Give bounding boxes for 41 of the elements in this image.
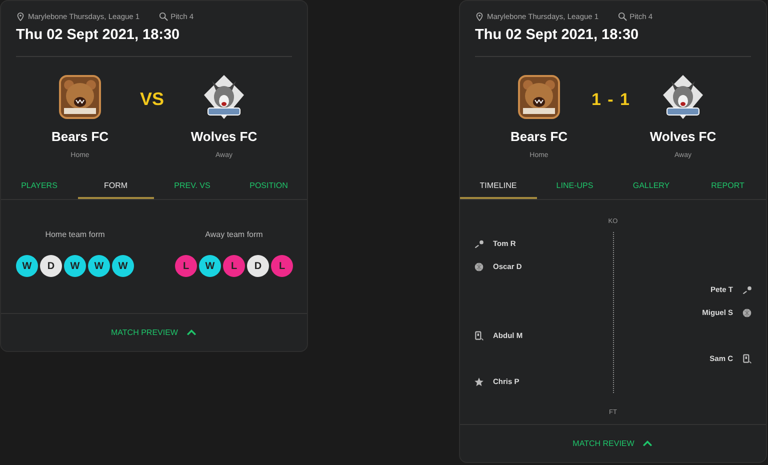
team-name: Bears FC [51, 129, 109, 144]
result-dot: W [88, 255, 110, 277]
chevron-up-icon [186, 329, 197, 336]
team-name: Wolves FC [650, 129, 716, 144]
star-icon [474, 376, 484, 386]
team-name: Wolves FC [190, 129, 258, 144]
card-icon [742, 354, 752, 364]
card-icon [474, 330, 484, 340]
tab[interactable]: PREV. VS [154, 173, 230, 199]
team-name: Bears FC [510, 129, 568, 144]
tab[interactable]: LINE-UPS [536, 173, 613, 199]
result-dot: W [199, 255, 221, 277]
tab[interactable]: GALLERY [613, 173, 690, 199]
result-dot: L [271, 255, 293, 277]
location-pin-icon [16, 12, 25, 21]
bear-logo-icon [56, 73, 104, 121]
location-pin-icon [475, 12, 484, 21]
expand-button[interactable]: MATCH REVIEW [568, 435, 658, 452]
bear-logo-icon [515, 73, 563, 121]
chevron-up-icon [642, 440, 654, 447]
match-datetime: Thu 02 Sept 2021, 18:30 [475, 27, 751, 57]
tab[interactable]: PLAYERS [1, 173, 78, 199]
result-dot: L [175, 255, 197, 277]
result-dot: W [112, 255, 134, 277]
result-dot: D [247, 255, 269, 277]
form-label: Away team form [205, 230, 263, 239]
match-datetime: Thu 02 Sept 2021, 18:30 [16, 27, 292, 57]
tab[interactable]: REPORT [690, 173, 766, 199]
result-dot: D [40, 255, 62, 277]
ball-icon [474, 262, 484, 272]
tab[interactable]: POSITION [230, 173, 307, 199]
versus-label: VS [140, 89, 164, 110]
match-score: 1 - 1 [591, 90, 631, 110]
ball-icon [742, 308, 752, 318]
result-dot: W [16, 255, 38, 277]
result-dot: L [223, 255, 245, 277]
result-dot: W [64, 255, 86, 277]
expand-button[interactable]: MATCH PREVIEW [107, 324, 201, 341]
tab[interactable]: FORM [78, 173, 154, 199]
tab[interactable]: TIMELINE [460, 173, 536, 199]
form-label: Home team form [45, 230, 105, 239]
